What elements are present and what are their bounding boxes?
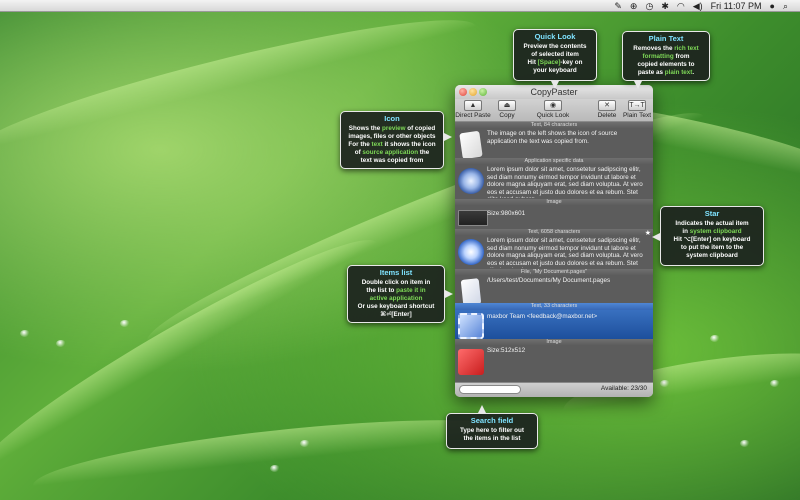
list-item[interactable]: Text, 6058 characters Lorem ipsum dolor … (455, 229, 653, 270)
bluetooth-icon[interactable]: ✱ (661, 0, 669, 12)
item-header: Image (455, 339, 653, 346)
item-header: Text, 84 characters (455, 122, 653, 129)
item-body: /Users/test/Documents/My Document.pages (487, 277, 611, 284)
icon-callout: Icon Shows the preview of copied images,… (340, 111, 444, 169)
item-body: Size:512x512 (487, 347, 526, 354)
text-document-icon (459, 130, 483, 160)
list-item[interactable]: Application specific data Lorem ipsum do… (455, 158, 653, 200)
menubar-clock[interactable]: Fri 11:07 PM (711, 0, 762, 12)
pushpin-icon (458, 349, 484, 375)
close-window-button[interactable] (459, 88, 467, 96)
item-body: Size:980x601 (487, 210, 526, 217)
plain-text-icon: T→T (628, 100, 646, 111)
plain-text-callout: Plain Text Removes the rich text formatt… (622, 31, 710, 81)
delete-icon: ✕ (598, 100, 616, 111)
menu-bar: ✎ ⊕ ◷ ✱ ◠ ◀) Fri 11:07 PM ● ⌕ (0, 0, 800, 12)
list-item[interactable]: File, "My Document.pages" /Users/test/Do… (455, 269, 653, 306)
quick-look-button[interactable]: ◉ Quick Look (535, 100, 571, 119)
list-item[interactable]: Image Size:512x512 (455, 339, 653, 379)
eye-icon: ◉ (544, 100, 562, 111)
direct-paste-icon: ▲ (464, 100, 482, 111)
timemachine-icon[interactable]: ◷ (645, 0, 653, 12)
plain-text-button[interactable]: T→T Plain Text (619, 100, 653, 119)
item-header: Image (455, 199, 653, 206)
item-body: Lorem ipsum dolor sit amet, consetetur s… (487, 166, 643, 198)
pin-icon[interactable]: ✎ (614, 0, 622, 12)
safari-icon (458, 239, 484, 265)
quick-look-callout: Quick Look Preview the contents of selec… (513, 29, 597, 81)
window-bottombar: ⌕ Available: 23/30 (455, 382, 653, 397)
wifi-icon[interactable]: ◠ (677, 0, 685, 12)
spotlight-icon[interactable]: ⌕ (783, 0, 788, 12)
direct-paste-button[interactable]: ▲ Direct Paste (455, 100, 491, 119)
zoom-window-button[interactable] (479, 88, 487, 96)
list-item[interactable]: Image Size:980x601 (455, 199, 653, 230)
list-item[interactable]: Text, 84 characters The image on the lef… (455, 122, 653, 160)
item-header: Text, 6058 characters (455, 229, 653, 236)
star-icon[interactable]: ★ (645, 229, 651, 237)
window-title: CopyPaster (530, 87, 578, 97)
window-toolbar: ▲ Direct Paste ⏏ Copy ◉ Quick Look ✕ Delete … (455, 99, 653, 122)
star-callout: Star Indicates the actual item in system… (660, 206, 764, 266)
items-list[interactable]: Text, 84 characters The image on the lef… (455, 122, 653, 382)
search-input[interactable] (459, 385, 521, 394)
list-item[interactable]: Text, 33 characters maxbor Team <feedbac… (455, 303, 653, 340)
image-thumbnail-icon (458, 210, 488, 226)
available-count: Available: 23/30 (600, 385, 647, 392)
copypaster-icon[interactable]: ⊕ (630, 0, 638, 12)
items-list-callout: Items list Double click on item in the l… (347, 265, 445, 323)
mail-stamp-icon (458, 313, 484, 339)
compass-app-icon (458, 168, 484, 194)
minimize-window-button[interactable] (469, 88, 477, 96)
item-header: File, "My Document.pages" (455, 269, 653, 276)
window-titlebar[interactable]: CopyPaster (455, 85, 653, 99)
item-body: Lorem ipsum dolor sit amet, consetetur s… (487, 237, 643, 268)
copypaster-window: CopyPaster ▲ Direct Paste ⏏ Copy ◉ Quick Lo… (455, 85, 653, 397)
copy-button[interactable]: ⏏ Copy (489, 100, 525, 119)
item-body: maxbor Team <feedback@maxbor.net> (487, 313, 598, 320)
search-field-callout: Search field Type here to filter out the… (446, 413, 538, 449)
item-header: Text, 33 characters (455, 303, 653, 310)
copy-icon: ⏏ (498, 100, 516, 111)
user-icon[interactable]: ● (770, 0, 775, 12)
volume-icon[interactable]: ◀) (693, 0, 703, 12)
item-header: Application specific data (455, 158, 653, 165)
item-body: The image on the left shows the icon of … (487, 130, 618, 145)
pages-document-icon (460, 278, 482, 306)
